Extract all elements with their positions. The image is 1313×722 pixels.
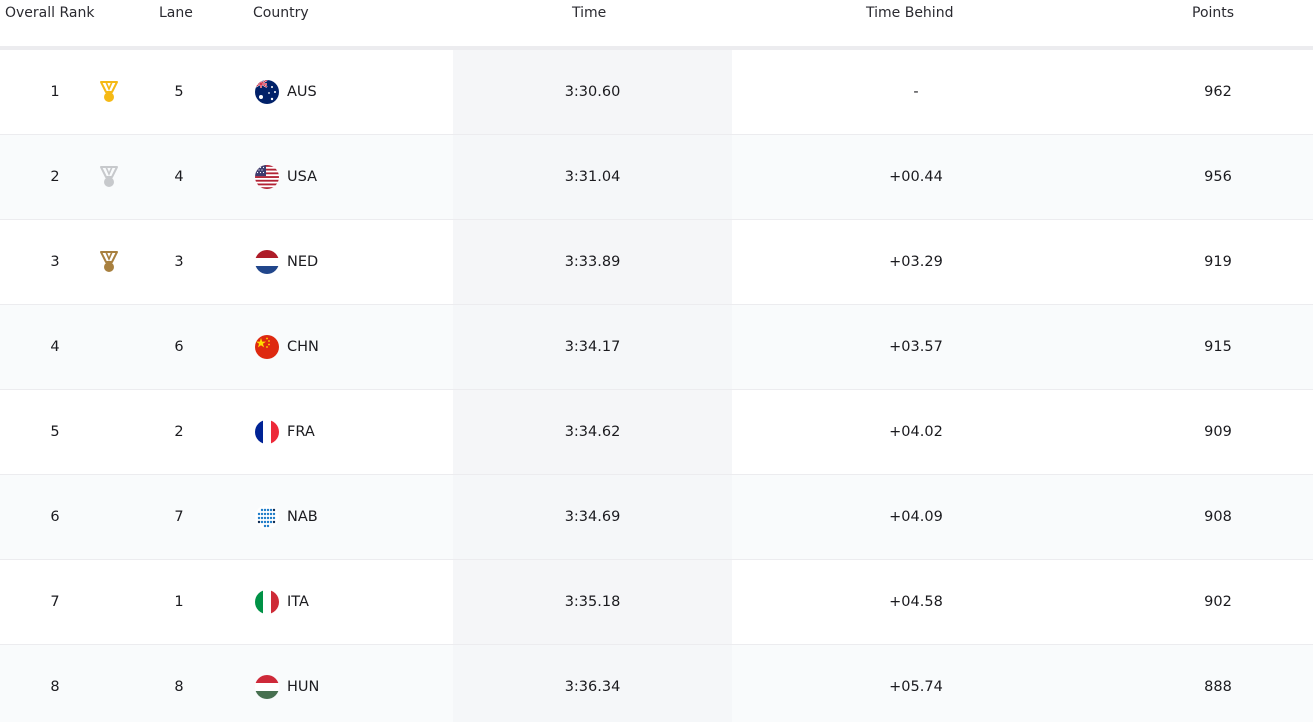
time-cell: 3:34.62 bbox=[564, 424, 621, 440]
table-row[interactable]: 8 8 HUN 3:36.34 +05.74 888 bbox=[0, 645, 1313, 722]
rank-cell: 3 bbox=[50, 254, 60, 270]
lane-cell: 6 bbox=[174, 339, 184, 355]
country-cell: NAB bbox=[255, 475, 445, 559]
country-code: ITA bbox=[287, 594, 309, 610]
header-overall-rank[interactable]: Overall Rank bbox=[5, 5, 94, 21]
hun-flag-icon bbox=[255, 675, 279, 699]
country-cell: USA bbox=[255, 135, 445, 219]
country-cell: FRA bbox=[255, 390, 445, 474]
lane-cell: 4 bbox=[174, 169, 184, 185]
country-cell: CHN bbox=[255, 305, 445, 389]
header-points[interactable]: Points bbox=[1192, 5, 1234, 21]
table-row[interactable]: 4 6 CHN 3:34.17 +03.57 915 bbox=[0, 305, 1313, 390]
rank-cell: 6 bbox=[50, 509, 60, 525]
points-cell: 915 bbox=[1204, 339, 1232, 355]
lane-cell: 3 bbox=[174, 254, 184, 270]
lane-cell: 7 bbox=[174, 509, 184, 525]
points-cell: 902 bbox=[1204, 594, 1232, 610]
header-time-behind[interactable]: Time Behind bbox=[866, 5, 953, 21]
time-behind-cell: +03.57 bbox=[889, 339, 943, 355]
points-cell: 909 bbox=[1204, 424, 1232, 440]
table-row[interactable]: 1 5 AUS 3:30.60 - 962 bbox=[0, 50, 1313, 135]
time-behind-cell: +04.09 bbox=[889, 509, 943, 525]
time-cell: 3:36.34 bbox=[564, 679, 621, 695]
points-cell: 956 bbox=[1204, 169, 1232, 185]
country-cell: HUN bbox=[255, 645, 445, 722]
time-cell: 3:30.60 bbox=[564, 84, 621, 100]
time-behind-cell: +05.74 bbox=[889, 679, 943, 695]
country-code: NAB bbox=[287, 509, 318, 525]
country-code: AUS bbox=[287, 84, 317, 100]
time-behind-cell: - bbox=[913, 84, 919, 100]
table-row[interactable]: 7 1 ITA 3:35.18 +04.58 902 bbox=[0, 560, 1313, 645]
ita-flag-icon bbox=[255, 590, 279, 614]
time-behind-cell: +04.58 bbox=[889, 594, 943, 610]
table-row[interactable]: 5 2 FRA 3:34.62 +04.02 909 bbox=[0, 390, 1313, 475]
country-code: HUN bbox=[287, 679, 320, 695]
ned-flag-icon bbox=[255, 250, 279, 274]
results-table: Overall Rank Lane Country Time Time Behi… bbox=[0, 0, 1313, 722]
time-behind-cell: +00.44 bbox=[889, 169, 943, 185]
country-code: CHN bbox=[287, 339, 319, 355]
lane-cell: 1 bbox=[174, 594, 184, 610]
points-cell: 908 bbox=[1204, 509, 1232, 525]
time-behind-cell: +04.02 bbox=[889, 424, 943, 440]
header-lane[interactable]: Lane bbox=[159, 5, 193, 21]
time-cell: 3:33.89 bbox=[564, 254, 621, 270]
lane-cell: 8 bbox=[174, 679, 184, 695]
rank-cell: 5 bbox=[50, 424, 60, 440]
country-cell: AUS bbox=[255, 50, 445, 134]
bronze-medal-icon bbox=[96, 220, 122, 304]
time-behind-cell: +03.29 bbox=[889, 254, 943, 270]
time-cell: 3:31.04 bbox=[564, 169, 621, 185]
header-time[interactable]: Time bbox=[572, 5, 606, 21]
fra-flag-icon bbox=[255, 420, 279, 444]
header-country[interactable]: Country bbox=[253, 5, 309, 21]
rank-cell: 1 bbox=[50, 84, 60, 100]
table-row[interactable]: 6 7 NAB 3:34.69 +04.09 908 bbox=[0, 475, 1313, 560]
table-row[interactable]: 2 4 USA 3:31.04 +00.44 956 bbox=[0, 135, 1313, 220]
rank-cell: 4 bbox=[50, 339, 60, 355]
chn-flag-icon bbox=[255, 335, 279, 359]
time-cell: 3:34.69 bbox=[564, 509, 621, 525]
rank-cell: 7 bbox=[50, 594, 60, 610]
table-row[interactable]: 3 3 NED 3:33.89 +03.29 919 bbox=[0, 220, 1313, 305]
points-cell: 888 bbox=[1204, 679, 1232, 695]
rank-cell: 2 bbox=[50, 169, 60, 185]
time-cell: 3:34.17 bbox=[564, 339, 621, 355]
rank-cell: 8 bbox=[50, 679, 60, 695]
lane-cell: 2 bbox=[174, 424, 184, 440]
country-code: USA bbox=[287, 169, 318, 185]
country-code: NED bbox=[287, 254, 319, 270]
points-cell: 919 bbox=[1204, 254, 1232, 270]
time-cell: 3:35.18 bbox=[564, 594, 621, 610]
gold-medal-icon bbox=[96, 50, 122, 134]
points-cell: 962 bbox=[1204, 84, 1232, 100]
country-cell: NED bbox=[255, 220, 445, 304]
aus-flag-icon bbox=[255, 80, 279, 104]
nab-flag-icon bbox=[255, 505, 279, 529]
silver-medal-icon bbox=[96, 135, 122, 219]
table-header: Overall Rank Lane Country Time Time Behi… bbox=[0, 0, 1313, 50]
country-cell: ITA bbox=[255, 560, 445, 644]
usa-flag-icon bbox=[255, 165, 279, 189]
country-code: FRA bbox=[287, 424, 315, 440]
lane-cell: 5 bbox=[174, 84, 184, 100]
